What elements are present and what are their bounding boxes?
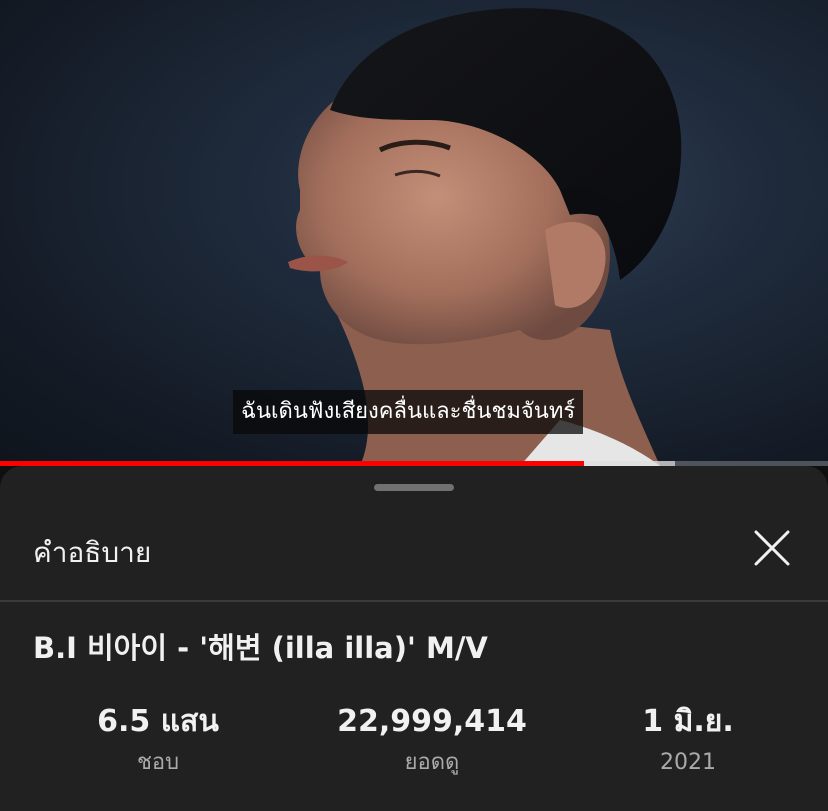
- video-title: B.I 비아이 - '해변 (illa illa)' M/V: [33, 631, 488, 665]
- close-button[interactable]: [748, 524, 796, 572]
- description-title: คำอธิบาย: [33, 536, 152, 569]
- upload-date: 1 มิ.ย.: [642, 704, 734, 739]
- likes-label: ชอบ: [136, 750, 180, 775]
- views-stat: 22,999,414 ยอดดู: [332, 702, 532, 778]
- description-sheet: คำอธิบาย B.I 비아이 - '해변 (illa illa)' M/V …: [0, 466, 828, 811]
- upload-year: 2021: [660, 750, 716, 775]
- views-label: ยอดดู: [404, 750, 460, 775]
- subtitle-caption: ฉันเดินฟังเสียงคลื่นและชื่นชมจันทร์: [233, 390, 584, 434]
- close-icon: [754, 530, 790, 566]
- drag-handle[interactable]: [374, 484, 454, 491]
- views-count: 22,999,414: [337, 704, 527, 739]
- likes-count: 6.5 แสน: [97, 704, 219, 739]
- divider: [0, 600, 828, 602]
- likes-stat: 6.5 แสน ชอบ: [58, 702, 258, 778]
- video-player[interactable]: ฉันเดินฟังเสียงคลื่นและชื่นชมจันทร์: [0, 0, 828, 466]
- upload-date-stat: 1 มิ.ย. 2021: [588, 702, 788, 778]
